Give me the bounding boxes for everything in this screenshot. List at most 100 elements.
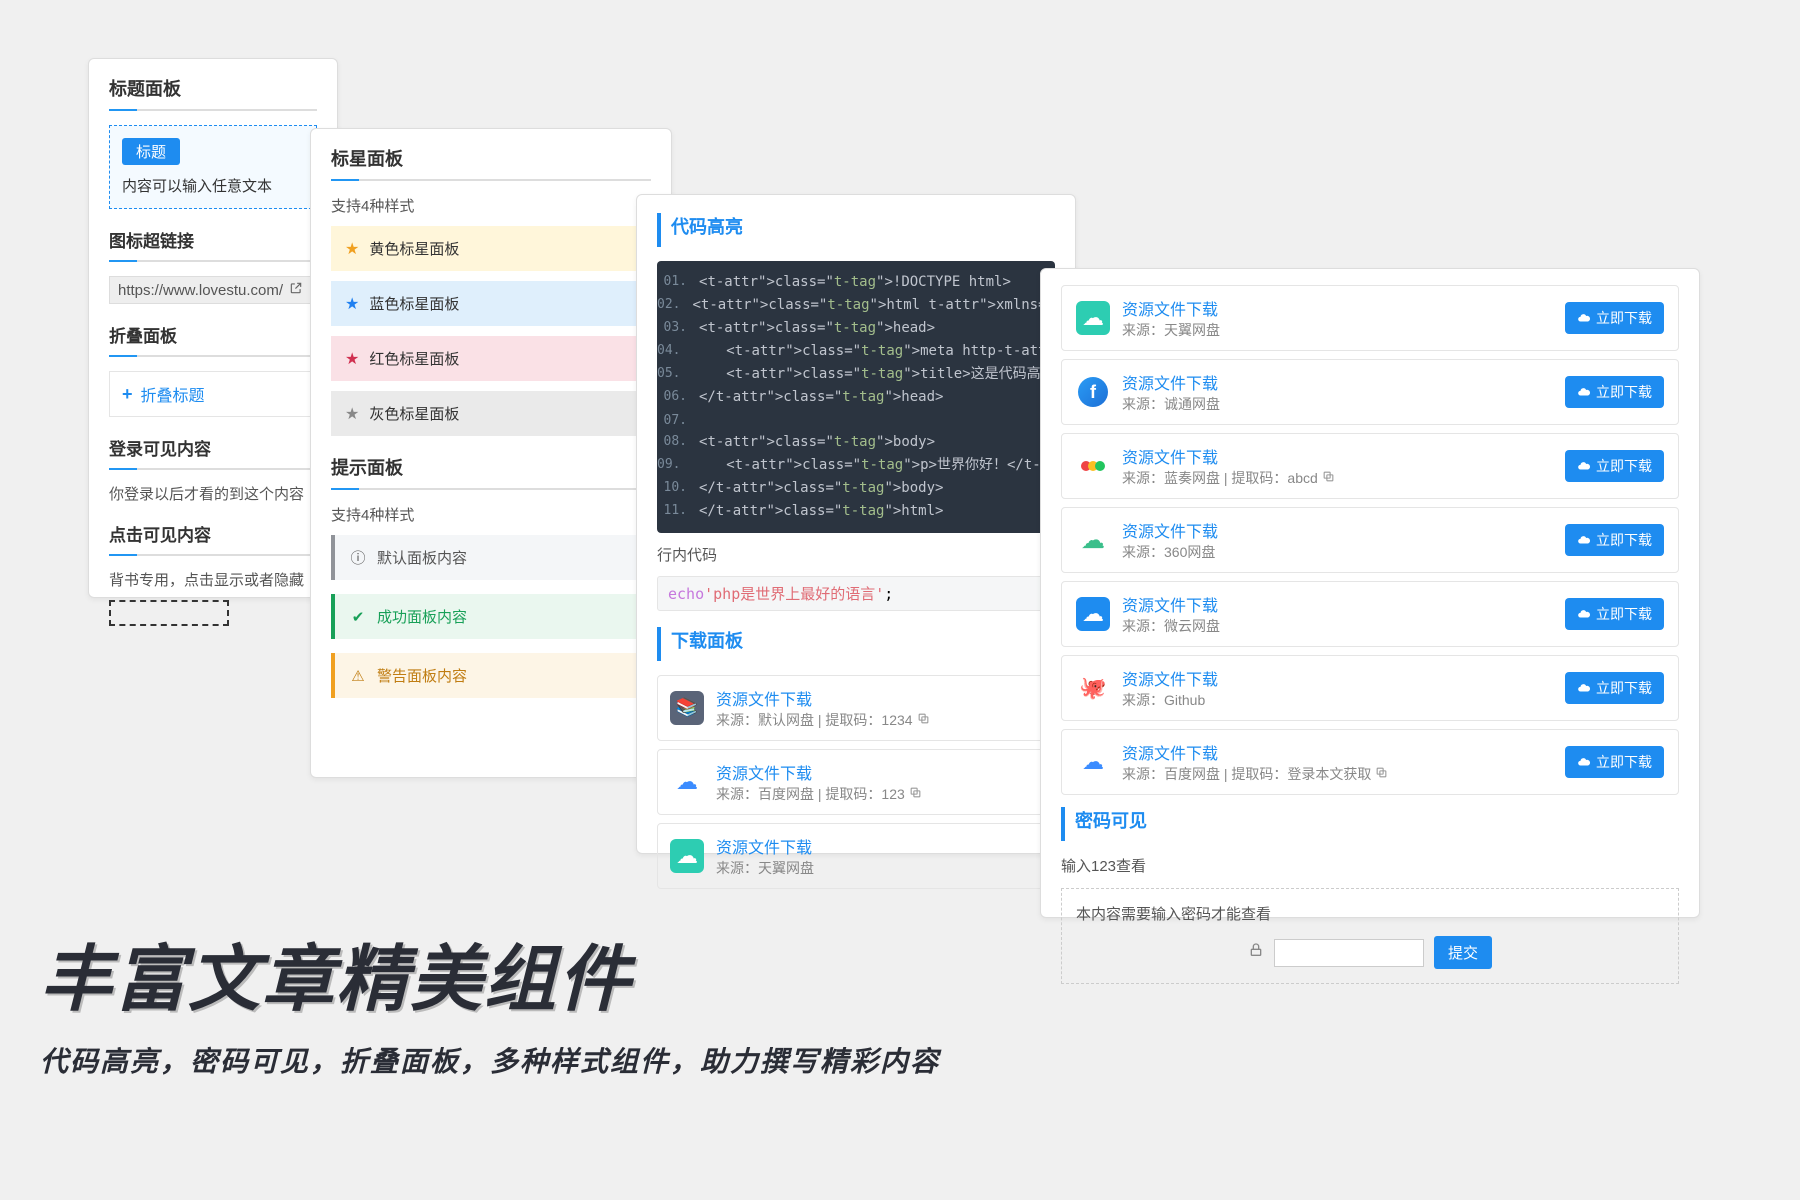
download-button[interactable]: 立即下载 (1565, 450, 1664, 482)
download-sub: 来源：Github (1122, 690, 1218, 710)
card-star-panel: 标星面板 支持4种样式 ★黄色标星面板 ★蓝色标星面板 ★红色标星面板 ★灰色标… (310, 128, 672, 778)
hero-subtitle: 代码高亮，密码可见，折叠面板，多种样式组件，助力撰写精彩内容 (40, 1040, 940, 1080)
download-title[interactable]: 资源文件下载 (1122, 444, 1335, 468)
inline-code-label: 行内代码 (657, 545, 1055, 568)
inline-code: echo'php是世界上最好的语言'; (657, 576, 1055, 611)
star-icon: ★ (345, 404, 359, 424)
tag-title: 标题 (122, 138, 180, 165)
star-subtext: 支持4种样式 (331, 195, 651, 216)
login-text: 你登录以后才看的到这个内容 (109, 484, 317, 507)
download-row: ☁ 资源文件下载来源：天翼网盘 (657, 823, 1055, 889)
download-button[interactable]: 立即下载 (1565, 672, 1664, 704)
card-downloads: ☁资源文件下载来源：天翼网盘立即下载f资源文件下载来源：诚通网盘立即下载资源文件… (1040, 268, 1700, 918)
link-box[interactable]: https://www.lovestu.com/ (109, 276, 312, 304)
lock-icon (1248, 942, 1264, 963)
star-row-red: ★红色标星面板 (331, 336, 651, 381)
password-box: 本内容需要输入密码才能查看 提交 (1061, 888, 1679, 984)
download-list-small: 📚资源文件下载来源：默认网盘 | 提取码：1234☁资源文件下载来源：百度网盘 … (657, 675, 1055, 889)
download-sub: 来源：微云网盘 (1122, 616, 1220, 636)
download-row: 资源文件下载来源：蓝奏网盘 | 提取码：abcd 立即下载 (1061, 433, 1679, 499)
download-title[interactable]: 资源文件下载 (1122, 666, 1218, 690)
dashed-box: 标题 内容可以输入任意文本 (109, 125, 317, 209)
download-button[interactable]: 立即下载 (1565, 598, 1664, 630)
accordion-label: 折叠标题 (141, 382, 205, 406)
star-row-blue: ★蓝色标星面板 (331, 281, 651, 326)
tianyi-icon: ☁ (1076, 301, 1110, 335)
download-list-big: ☁资源文件下载来源：天翼网盘立即下载f资源文件下载来源：诚通网盘立即下载资源文件… (1061, 285, 1679, 795)
star-icon: ★ (345, 239, 359, 259)
copy-icon[interactable] (1322, 470, 1335, 486)
download-row: 📚 资源文件下载来源：默认网盘 | 提取码：1234 (657, 675, 1055, 741)
copy-icon[interactable] (909, 786, 922, 802)
download-title[interactable]: 资源文件下载 (1122, 296, 1220, 320)
download-sub: 来源：百度网盘 | 提取码：123 (716, 784, 922, 804)
baidu-icon: ☁ (1076, 745, 1110, 779)
heading-alert-panel: 提示面板 (331, 454, 651, 490)
download-sub: 来源：天翼网盘 (716, 858, 814, 878)
baidu-icon: ☁ (670, 765, 704, 799)
hero-title: 丰富文章精美组件 (40, 920, 632, 1025)
heading-code-highlight: 代码高亮 (657, 213, 1055, 247)
copy-icon[interactable] (917, 712, 930, 728)
github-icon: 🐙 (1076, 671, 1110, 705)
netease-icon: ☁ (1076, 523, 1110, 557)
card-code: 代码高亮 01.<t-attr">class="t-tag">!DOCTYPE … (636, 194, 1076, 854)
download-row: ☁ 资源文件下载来源：微云网盘 立即下载 (1061, 581, 1679, 647)
heading-download: 下载面板 (657, 627, 1055, 661)
download-row: f 资源文件下载来源：诚通网盘 立即下载 (1061, 359, 1679, 425)
accordion-row[interactable]: + 折叠标题 (109, 371, 317, 417)
download-sub: 来源：百度网盘 | 提取码：登录本文获取 (1122, 764, 1388, 784)
download-title[interactable]: 资源文件下载 (1122, 592, 1220, 616)
star-icon: ★ (345, 349, 359, 369)
warning-icon: ⚠ (349, 667, 367, 685)
heading-password: 密码可见 (1061, 807, 1679, 841)
download-sub: 来源：默认网盘 | 提取码：1234 (716, 710, 930, 730)
download-row: ☁ 资源文件下载来源：天翼网盘 立即下载 (1061, 285, 1679, 351)
download-title[interactable]: 资源文件下载 (716, 834, 814, 858)
download-button[interactable]: 立即下载 (1565, 302, 1664, 334)
tianyi-icon: ☁ (670, 839, 704, 873)
link-url-text: https://www.lovestu.com/ (118, 282, 283, 299)
lanzou-icon (1076, 449, 1110, 483)
download-button[interactable]: 立即下载 (1565, 746, 1664, 778)
heading-link: 图标超链接 (109, 227, 317, 262)
heading-star-panel: 标星面板 (331, 145, 651, 181)
star-row-yellow: ★黄色标星面板 (331, 226, 651, 271)
download-button[interactable]: 立即下载 (1565, 376, 1664, 408)
download-button[interactable]: 立即下载 (1565, 524, 1664, 556)
download-row: 🐙 资源文件下载来源：Github 立即下载 (1061, 655, 1679, 721)
alert-subtext: 支持4种样式 (331, 504, 651, 525)
download-row: ☁ 资源文件下载来源：360网盘 立即下载 (1061, 507, 1679, 573)
code-block: 01.<t-attr">class="t-tag">!DOCTYPE html>… (657, 261, 1055, 533)
download-title[interactable]: 资源文件下载 (1122, 518, 1218, 542)
dashed-placeholder[interactable] (109, 600, 229, 626)
heading-click: 点击可见内容 (109, 521, 317, 556)
download-title[interactable]: 资源文件下载 (1122, 740, 1388, 764)
download-sub: 来源：天翼网盘 (1122, 320, 1220, 340)
check-icon: ✔ (349, 608, 367, 626)
download-row: ☁ 资源文件下载来源：百度网盘 | 提取码：123 (657, 749, 1055, 815)
download-sub: 来源：360网盘 (1122, 542, 1218, 562)
info-icon: ⓘ (349, 549, 367, 567)
password-msg: 本内容需要输入密码才能查看 (1076, 903, 1664, 924)
copy-icon[interactable] (1375, 766, 1388, 782)
weiyun-icon: ☁ (1076, 597, 1110, 631)
download-title[interactable]: 资源文件下载 (1122, 370, 1220, 394)
password-submit-button[interactable]: 提交 (1434, 936, 1492, 969)
plus-icon: + (122, 384, 133, 405)
download-sub: 来源：蓝奏网盘 | 提取码：abcd (1122, 468, 1335, 488)
password-input[interactable] (1274, 939, 1424, 967)
click-text: 背书专用，点击显示或者隐藏 (109, 570, 317, 593)
alert-success: ✔成功面板内容 (331, 594, 651, 639)
download-title[interactable]: 资源文件下载 (716, 760, 922, 784)
heading-login: 登录可见内容 (109, 435, 317, 470)
external-link-icon (289, 281, 303, 299)
chengtong-icon: f (1076, 375, 1110, 409)
heading-title-panel: 标题面板 (109, 75, 317, 111)
card-title-panel: 标题面板 标题 内容可以输入任意文本 图标超链接 https://www.lov… (88, 58, 338, 598)
download-title[interactable]: 资源文件下载 (716, 686, 930, 710)
download-sub: 来源：诚通网盘 (1122, 394, 1220, 414)
default-icon: 📚 (670, 691, 704, 725)
download-row: ☁ 资源文件下载来源：百度网盘 | 提取码：登录本文获取 立即下载 (1061, 729, 1679, 795)
star-icon: ★ (345, 294, 359, 314)
